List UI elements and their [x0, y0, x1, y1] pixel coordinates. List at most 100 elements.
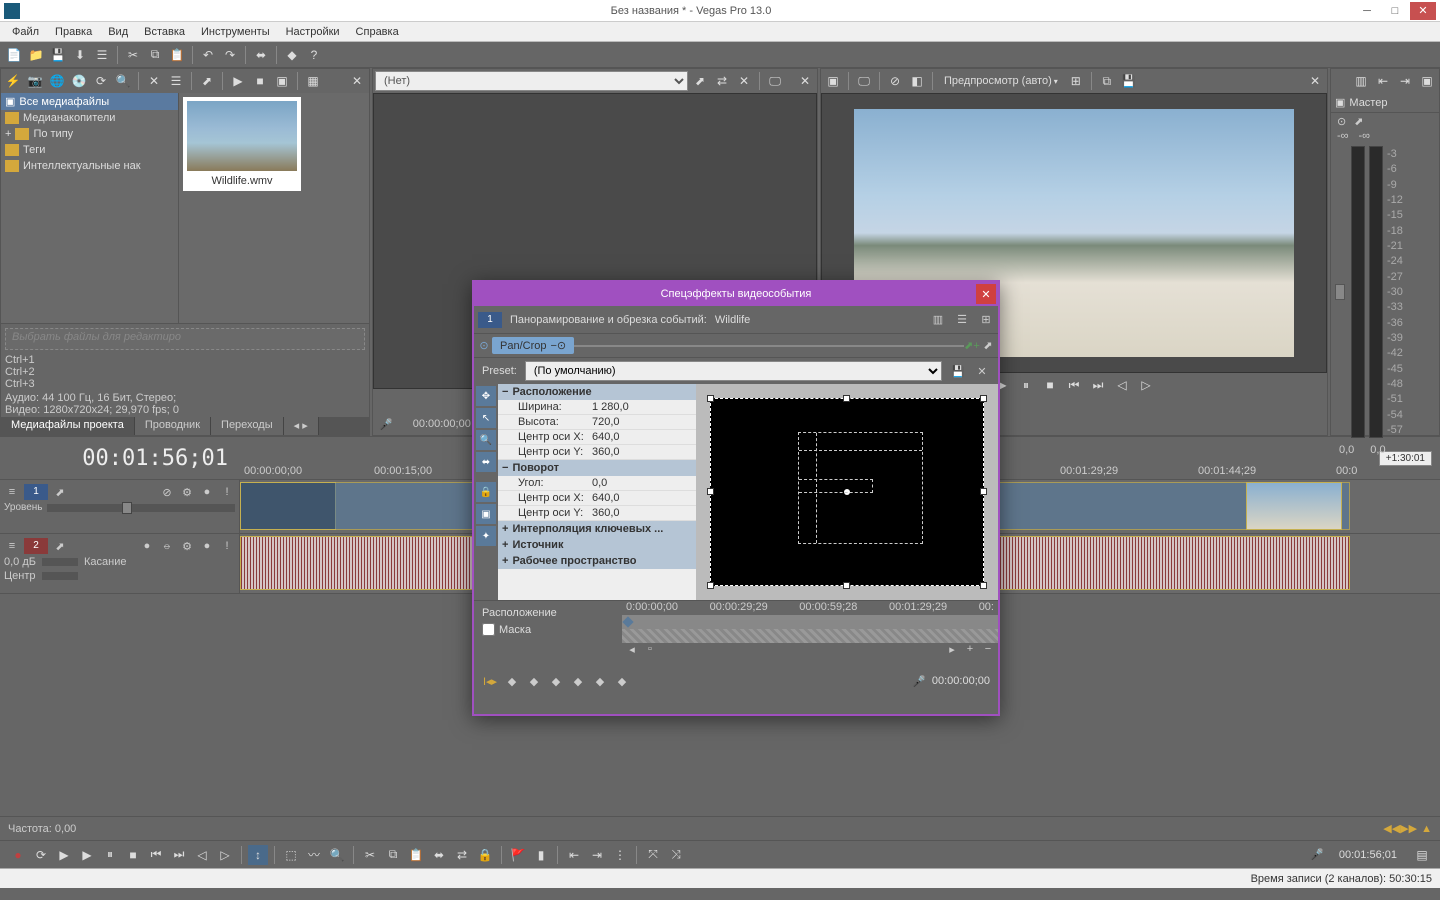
view-chain-icon[interactable]: ▥	[930, 312, 946, 328]
size-about-center-icon[interactable]: ▣	[476, 504, 496, 524]
undo-icon[interactable]: ↶	[198, 45, 218, 65]
split-icon[interactable]: ⋮	[610, 845, 630, 865]
trimmer-fx-icon[interactable]: ⬈	[690, 71, 710, 91]
copy-snapshot-icon[interactable]: ⧉	[1097, 71, 1117, 91]
kf-prev-icon[interactable]: ◆	[526, 673, 542, 689]
paste-icon[interactable]: 📋	[167, 45, 187, 65]
lock-icon[interactable]: 🔒	[475, 845, 495, 865]
copy-icon[interactable]: ⧉	[383, 845, 403, 865]
props2-icon[interactable]: ☰	[166, 71, 186, 91]
dialog-titlebar[interactable]: Спецэффекты видеособытия ✕	[474, 282, 998, 306]
sync-cursor-icon[interactable]: I◂▸	[482, 673, 498, 689]
menu-file[interactable]: Файл	[4, 24, 47, 40]
redo-icon[interactable]: ↷	[220, 45, 240, 65]
tab-project-media[interactable]: Медиафайлы проекта	[1, 417, 135, 435]
menu-edit[interactable]: Правка	[47, 24, 100, 40]
kf-add-icon[interactable]: ◆	[548, 673, 564, 689]
fx-bypass-icon[interactable]: ⊘	[885, 71, 905, 91]
next-frame-icon[interactable]: ▷	[215, 845, 235, 865]
section-workspace[interactable]: +Рабочее пространство	[498, 553, 696, 569]
stop-icon[interactable]: ■	[123, 845, 143, 865]
keyframe-diamond[interactable]	[622, 616, 633, 627]
render-icon[interactable]: ⬇	[70, 45, 90, 65]
stop-icon[interactable]: ■	[250, 71, 270, 91]
kf-next-icon[interactable]: ◆	[592, 673, 608, 689]
pan-slider[interactable]	[42, 572, 78, 580]
play-icon[interactable]: ▶	[228, 71, 248, 91]
scrub-icon[interactable]: ◀◀▶▶	[1383, 822, 1417, 835]
autoplay-icon[interactable]: ▣	[272, 71, 292, 91]
bypass-icon[interactable]: ⊘	[159, 484, 175, 500]
marker-icon[interactable]: 🚩	[508, 845, 528, 865]
move-freely-icon[interactable]: ✦	[476, 526, 496, 546]
menu-insert[interactable]: Вставка	[136, 24, 193, 40]
meter-icon2[interactable]: ⇤	[1373, 71, 1393, 91]
auto-ripple-icon[interactable]: ⇄	[452, 845, 472, 865]
level-slider[interactable]	[47, 504, 235, 512]
slider-thumb[interactable]	[122, 502, 132, 514]
minimize-button[interactable]: ─	[1354, 2, 1380, 20]
section-interpolation[interactable]: +Интерполяция ключевых ...	[498, 521, 696, 537]
overlay-icon[interactable]: ⊞	[1066, 71, 1086, 91]
get-media-icon[interactable]: 🌐	[47, 71, 67, 91]
go-end-icon[interactable]: ⏭	[169, 845, 189, 865]
save-icon[interactable]: 💾	[48, 45, 68, 65]
edit-tool-icon[interactable]: ↕	[248, 845, 268, 865]
zoom-tool-icon[interactable]: 🔍	[476, 430, 496, 450]
section-source[interactable]: +Источник	[498, 537, 696, 553]
delete-preset-icon[interactable]: ✕	[974, 363, 990, 379]
go-end-icon[interactable]: ⏭	[1088, 375, 1108, 395]
play-icon[interactable]: ▶	[77, 845, 97, 865]
marker-icon[interactable]: ◆	[282, 45, 302, 65]
panel-close-icon[interactable]: ✕	[1305, 71, 1325, 91]
snap-icon[interactable]: ⬌	[251, 45, 271, 65]
automation-icon[interactable]: ⚙	[179, 484, 195, 500]
audio-track-header[interactable]: ≡ 2 ⬈ ● ⦵ ⚙ ● ! 0,0 дБ Касание Центр	[0, 534, 240, 593]
media-thumbnail[interactable]: Wildlife.wmv	[183, 97, 301, 191]
disc-icon[interactable]: 💿	[69, 71, 89, 91]
crop-handle[interactable]	[707, 395, 714, 402]
loop-icon[interactable]: ⟳	[31, 845, 51, 865]
crop-handle[interactable]	[980, 488, 987, 495]
tree-item[interactable]: Интеллектуальные нак	[1, 158, 178, 174]
prop-value[interactable]: 0,0	[592, 477, 692, 489]
vol-slider[interactable]	[42, 558, 78, 566]
import-icon[interactable]: ⚡	[3, 71, 23, 91]
media-tree[interactable]: ▣Все медиафайлы Медианакопители +По типу…	[1, 93, 179, 323]
cut-icon[interactable]: ✂	[360, 845, 380, 865]
arm-icon[interactable]: ●	[139, 538, 155, 554]
tree-item[interactable]: Теги	[1, 142, 178, 158]
automation-icon[interactable]: ⚙	[179, 538, 195, 554]
trimmer-preset-combo[interactable]: (Нет)	[375, 71, 688, 91]
menu-tools[interactable]: Инструменты	[193, 24, 278, 40]
tab-transitions[interactable]: Переходы	[211, 417, 284, 435]
remove-fx-icon[interactable]: ⬈	[980, 338, 996, 354]
dialog-close-button[interactable]: ✕	[976, 284, 996, 304]
preview-quality-dropdown[interactable]: Предпросмотр (авто)	[938, 75, 1064, 87]
solo-icon[interactable]: !	[219, 538, 235, 554]
preset-combo[interactable]: (По умолчанию)	[525, 361, 942, 381]
help-icon[interactable]: ?	[304, 45, 324, 65]
tree-item[interactable]: Медианакопители	[1, 110, 178, 126]
record-icon[interactable]: ●	[8, 845, 28, 865]
prev-frame-icon[interactable]: ◁	[1112, 375, 1132, 395]
pause-icon[interactable]: ⏸	[100, 845, 120, 865]
pause-icon[interactable]: ⏸	[1016, 375, 1036, 395]
fx-chain-icon[interactable]: ⬈	[52, 484, 68, 500]
prop-value[interactable]: 720,0	[592, 416, 692, 428]
trimmer-monitor-icon[interactable]: 🖵	[765, 71, 785, 91]
scroll-box-icon[interactable]: ▫	[642, 641, 658, 657]
kf-position-label[interactable]: Расположение	[478, 605, 618, 621]
meter-icon3[interactable]: ⇥	[1395, 71, 1415, 91]
open-icon[interactable]: 📁	[26, 45, 46, 65]
prop-value[interactable]: 640,0	[592, 492, 692, 504]
kf-delete-icon[interactable]: ◆	[570, 673, 586, 689]
media-grid[interactable]: Wildlife.wmv	[179, 93, 369, 323]
copy-icon[interactable]: ⧉	[145, 45, 165, 65]
snap-icon[interactable]: ⬌	[429, 845, 449, 865]
video-clip-thumb[interactable]	[1246, 482, 1342, 530]
close-button[interactable]: ✕	[1410, 2, 1436, 20]
section-position[interactable]: −Расположение	[498, 384, 696, 400]
add-fx-icon[interactable]: ⬈+	[964, 338, 980, 354]
crop-handle[interactable]	[843, 395, 850, 402]
